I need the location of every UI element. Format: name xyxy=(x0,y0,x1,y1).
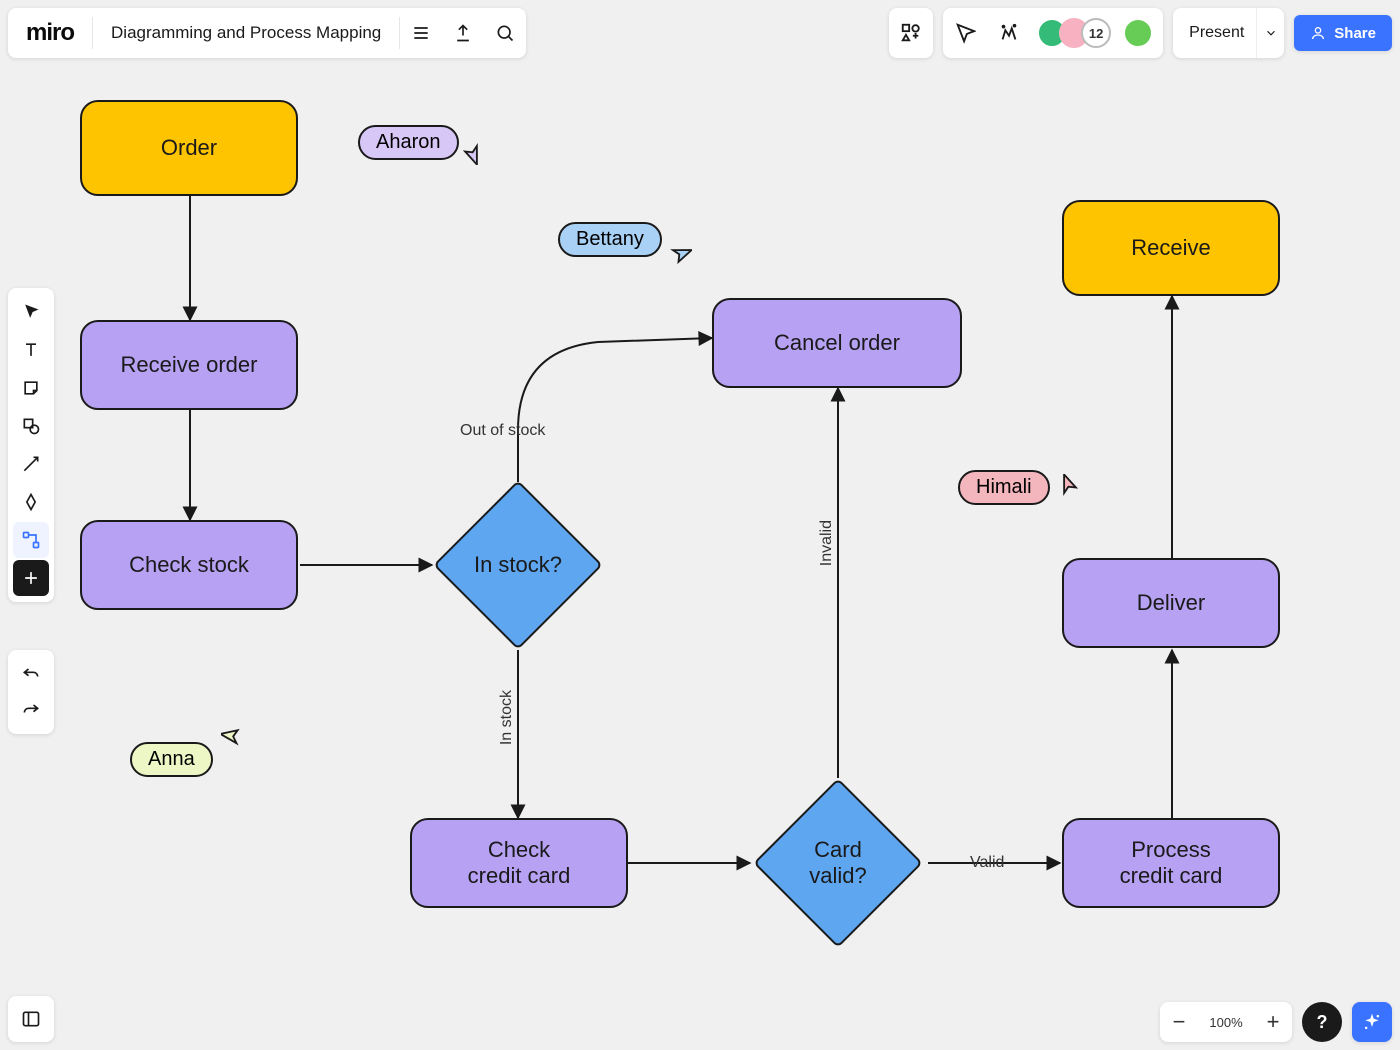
tool-sticky[interactable] xyxy=(13,370,49,406)
share-button[interactable]: Share xyxy=(1294,15,1392,51)
cursor-himali: Himali xyxy=(958,470,1080,505)
edge-label-in-stock: In stock xyxy=(498,690,516,745)
node-label: Receive order xyxy=(121,352,258,378)
cursor-label: Anna xyxy=(130,742,213,777)
node-label: Order xyxy=(161,135,217,161)
node-label: Check stock xyxy=(129,552,249,578)
tool-shape[interactable] xyxy=(13,408,49,444)
node-check-stock[interactable]: Check stock xyxy=(80,520,298,610)
node-in-stock-decision[interactable]: In stock? xyxy=(458,505,578,625)
edge-label-out-of-stock: Out of stock xyxy=(460,422,545,440)
node-receive-order[interactable]: Receive order xyxy=(80,320,298,410)
cursor-pointer-icon xyxy=(461,143,483,170)
chevron-down-icon[interactable] xyxy=(1256,8,1284,58)
frames-panel-button[interactable] xyxy=(8,996,54,1042)
export-icon[interactable] xyxy=(442,8,484,58)
node-check-credit[interactable]: Check credit card xyxy=(410,818,628,908)
top-left-bar: miro Diagramming and Process Mapping xyxy=(8,8,526,58)
tool-flowchart[interactable] xyxy=(13,522,49,558)
avatar-stack[interactable]: 12 xyxy=(1031,18,1117,48)
node-deliver[interactable]: Deliver xyxy=(1062,558,1280,648)
left-toolbar xyxy=(8,288,54,602)
help-button[interactable]: ? xyxy=(1302,1002,1342,1042)
node-label: Deliver xyxy=(1137,590,1205,616)
present-button[interactable]: Present xyxy=(1173,8,1284,58)
cursor-anna: Anna xyxy=(130,720,243,777)
cursor-label: Bettany xyxy=(558,222,662,257)
tool-pen[interactable] xyxy=(13,484,49,520)
undo-redo-bar xyxy=(8,650,54,734)
share-label: Share xyxy=(1334,25,1376,42)
avatar-current-user[interactable] xyxy=(1123,18,1153,48)
node-label: Cancel order xyxy=(774,330,900,356)
edge-label-invalid: Invalid xyxy=(818,520,836,566)
collab-pill: 12 xyxy=(943,8,1163,58)
tool-text[interactable] xyxy=(13,332,49,368)
redo-button[interactable] xyxy=(13,692,49,728)
cursor-label: Himali xyxy=(958,470,1050,505)
cursor-bettany: Bettany xyxy=(558,208,692,271)
node-label: Receive xyxy=(1131,235,1210,261)
zoom-value[interactable]: 100% xyxy=(1198,1015,1254,1030)
search-icon[interactable] xyxy=(484,8,526,58)
cursor-pointer-icon xyxy=(1058,474,1080,501)
present-label: Present xyxy=(1173,24,1256,42)
zoom-in-button[interactable]: + xyxy=(1254,1002,1292,1042)
edge-label-valid: Valid xyxy=(970,854,1004,872)
cursor-aharon: Aharon xyxy=(358,115,483,170)
reactions-icon[interactable] xyxy=(987,8,1031,58)
zoom-out-button[interactable]: − xyxy=(1160,1002,1198,1042)
node-label: Check credit card xyxy=(468,837,571,889)
board-title[interactable]: Diagramming and Process Mapping xyxy=(93,23,399,43)
node-label: Card valid? xyxy=(809,837,866,889)
cursor-pointer-icon xyxy=(670,244,692,271)
cursor-pointer-icon xyxy=(221,724,243,751)
tool-line[interactable] xyxy=(13,446,49,482)
panel-icon xyxy=(21,1009,41,1029)
node-card-valid-decision[interactable]: Card valid? xyxy=(778,803,898,923)
menu-icon[interactable] xyxy=(400,8,442,58)
cursor-label: Aharon xyxy=(358,125,459,160)
bottom-right-controls: − 100% + ? xyxy=(1160,1002,1392,1042)
node-cancel-order[interactable]: Cancel order xyxy=(712,298,962,388)
top-right-bar: 12 Present Share xyxy=(889,8,1392,58)
node-process-credit[interactable]: Process credit card xyxy=(1062,818,1280,908)
node-order[interactable]: Order xyxy=(80,100,298,196)
shapes-grid-icon xyxy=(889,8,933,58)
node-label: Process credit card xyxy=(1120,837,1223,889)
person-icon xyxy=(1310,25,1326,41)
node-label: In stock? xyxy=(474,552,562,578)
tool-add[interactable] xyxy=(13,560,49,596)
apps-button[interactable] xyxy=(889,8,933,58)
tool-select[interactable] xyxy=(13,294,49,330)
ai-assist-button[interactable] xyxy=(1352,1002,1392,1042)
sparkle-icon xyxy=(1362,1012,1382,1032)
avatar-overflow-count: 12 xyxy=(1081,18,1111,48)
node-receive[interactable]: Receive xyxy=(1062,200,1280,296)
undo-button[interactable] xyxy=(13,656,49,692)
miro-logo[interactable]: miro xyxy=(8,19,92,47)
cursor-mode-icon[interactable] xyxy=(943,8,987,58)
zoom-control: − 100% + xyxy=(1160,1002,1292,1042)
